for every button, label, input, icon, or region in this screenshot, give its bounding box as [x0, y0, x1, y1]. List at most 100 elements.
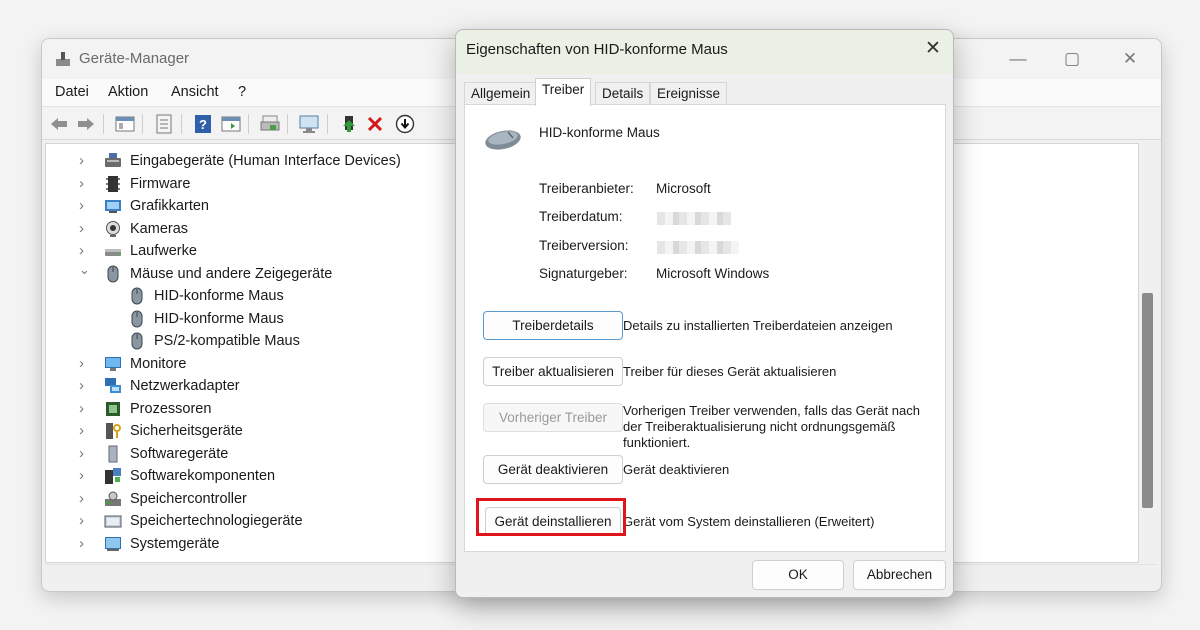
chevron-right-icon[interactable]: › — [79, 195, 93, 217]
chevron-down-icon[interactable]: ⌄ — [79, 259, 93, 281]
mouse-device-icon — [485, 130, 521, 150]
driver-date-label: Treiberdatum: — [539, 209, 623, 224]
chevron-right-icon[interactable]: › — [79, 353, 93, 375]
camera-icon — [104, 220, 122, 238]
tree-item-label: Eingabegeräte (Human Interface Devices) — [130, 153, 401, 169]
disable-device-button[interactable]: Gerät deaktivieren — [483, 455, 623, 484]
cancel-button[interactable]: Abbrechen — [853, 560, 946, 590]
tree-item-label: Kameras — [130, 220, 189, 237]
tree-item-label: Netzwerkadapter — [130, 378, 240, 394]
hid-icon — [104, 152, 122, 170]
maximize-icon[interactable]: ▢ — [1062, 49, 1082, 69]
chevron-right-icon[interactable]: › — [79, 465, 93, 487]
uninstall-device-description: Gerät vom System deinstallieren (Erweite… — [623, 514, 875, 529]
mouse-icon — [128, 310, 146, 328]
menu-ansicht[interactable]: Ansicht — [171, 84, 219, 100]
tree-item-label: Systemgeräte — [130, 535, 220, 552]
signer-label: Signaturgeber: — [539, 266, 628, 281]
chevron-right-icon[interactable]: › — [79, 150, 93, 172]
update-driver-description: Treiber für dieses Gerät aktualisieren — [623, 364, 837, 379]
processor-icon — [104, 400, 122, 418]
action-view-icon[interactable] — [220, 113, 242, 135]
tab-allgemein[interactable]: Allgemein — [464, 82, 538, 105]
chevron-right-icon[interactable]: › — [79, 218, 93, 240]
memory-technology-icon — [104, 512, 122, 530]
menu-aktion[interactable]: Aktion — [108, 84, 148, 100]
signer-value: Microsoft Windows — [656, 266, 770, 281]
tree-item-label: HID-konforme Maus — [154, 288, 284, 304]
properties-view-icon[interactable] — [114, 113, 136, 135]
add-driver-icon[interactable] — [338, 113, 360, 135]
chevron-right-icon[interactable]: › — [79, 173, 93, 195]
ok-button[interactable]: OK — [752, 560, 844, 590]
tab-details[interactable]: Details — [595, 82, 651, 105]
driver-version-label: Treiberversion: — [539, 238, 629, 253]
menu-help[interactable]: ? — [238, 84, 246, 100]
close-icon[interactable]: ✕ — [1120, 49, 1140, 69]
chevron-right-icon[interactable]: › — [79, 443, 93, 465]
driver-provider-value: Microsoft — [656, 181, 711, 196]
security-device-icon — [104, 422, 122, 440]
display-adapter-icon — [104, 197, 122, 215]
network-adapter-icon — [104, 377, 122, 395]
tree-item-label: Prozessoren — [130, 400, 212, 417]
window-title: Geräte-Manager — [79, 50, 190, 67]
tree-item-label: Laufwerke — [130, 243, 197, 259]
chevron-right-icon[interactable]: › — [79, 398, 93, 420]
tree-item-label: Speichertechnologiegeräte — [130, 513, 303, 529]
software-component-icon — [104, 467, 122, 485]
mouse-icon — [128, 287, 146, 305]
uninstall-highlight-box — [476, 498, 626, 536]
mouse-icon — [104, 265, 122, 283]
disable-icon[interactable] — [394, 113, 416, 135]
tree-item-label: HID-konforme Maus — [154, 310, 284, 327]
scrollbar-thumb[interactable] — [1142, 293, 1153, 508]
rollback-driver-description: Vorherigen Treiber verwenden, falls das … — [623, 403, 921, 450]
tree-item-label: Softwaregeräte — [130, 445, 229, 462]
tree-item-label: Firmware — [130, 175, 191, 192]
tab-ereignisse[interactable]: Ereignisse — [650, 82, 728, 105]
driver-details-button[interactable]: Treiberdetails — [483, 311, 623, 340]
mouse-icon — [128, 332, 146, 350]
chevron-right-icon[interactable]: › — [79, 375, 93, 397]
tree-item-label: Monitore — [130, 355, 187, 372]
tree-item-label: Mäuse und andere Zeigegeräte — [130, 265, 333, 282]
uninstall-icon[interactable] — [364, 113, 386, 135]
chevron-right-icon[interactable]: › — [79, 488, 93, 510]
help-icon[interactable]: ? — [192, 113, 214, 135]
chevron-right-icon[interactable]: › — [79, 533, 93, 555]
device-name: HID-konforme Maus — [539, 125, 660, 140]
driver-version-value-redacted — [657, 241, 739, 254]
tree-item-label: Sicherheitsgeräte — [130, 423, 243, 439]
menu-datei[interactable]: Datei — [55, 84, 89, 100]
driver-date-value-redacted — [657, 212, 731, 225]
chevron-right-icon[interactable]: › — [79, 510, 93, 532]
drive-icon — [104, 242, 122, 260]
device-manager-icon — [56, 52, 70, 66]
software-device-icon — [104, 445, 122, 463]
print-icon[interactable] — [259, 113, 281, 135]
back-icon[interactable] — [48, 113, 70, 135]
tree-item-label: PS/2-kompatible Maus — [154, 333, 300, 349]
driver-panel: HID-konforme Maus Treiberanbieter: Micro… — [464, 104, 946, 552]
disable-device-description: Gerät deaktivieren — [623, 462, 730, 477]
dialog-title: Eigenschaften von HID-konforme Maus — [466, 41, 728, 58]
dialog-close-icon[interactable]: ✕ — [922, 38, 944, 60]
minimize-icon[interactable]: — — [1008, 49, 1028, 69]
vertical-scrollbar[interactable] — [1139, 143, 1157, 561]
svg-text:?: ? — [199, 117, 207, 132]
tree-item-label: Softwarekomponenten — [130, 468, 276, 484]
tree-item-label: Grafikkarten — [130, 198, 209, 214]
device-list-icon[interactable] — [153, 113, 175, 135]
firmware-icon — [104, 175, 122, 193]
tab-treiber[interactable]: Treiber — [535, 78, 592, 106]
system-device-icon — [104, 535, 122, 553]
scan-hardware-icon[interactable] — [298, 113, 320, 135]
monitor-icon — [104, 355, 122, 373]
forward-icon[interactable] — [75, 113, 97, 135]
storage-controller-icon — [104, 490, 122, 508]
chevron-right-icon[interactable]: › — [79, 420, 93, 442]
rollback-driver-button: Vorheriger Treiber — [483, 403, 623, 432]
driver-provider-label: Treiberanbieter: — [539, 181, 634, 196]
update-driver-button[interactable]: Treiber aktualisieren — [483, 357, 623, 386]
